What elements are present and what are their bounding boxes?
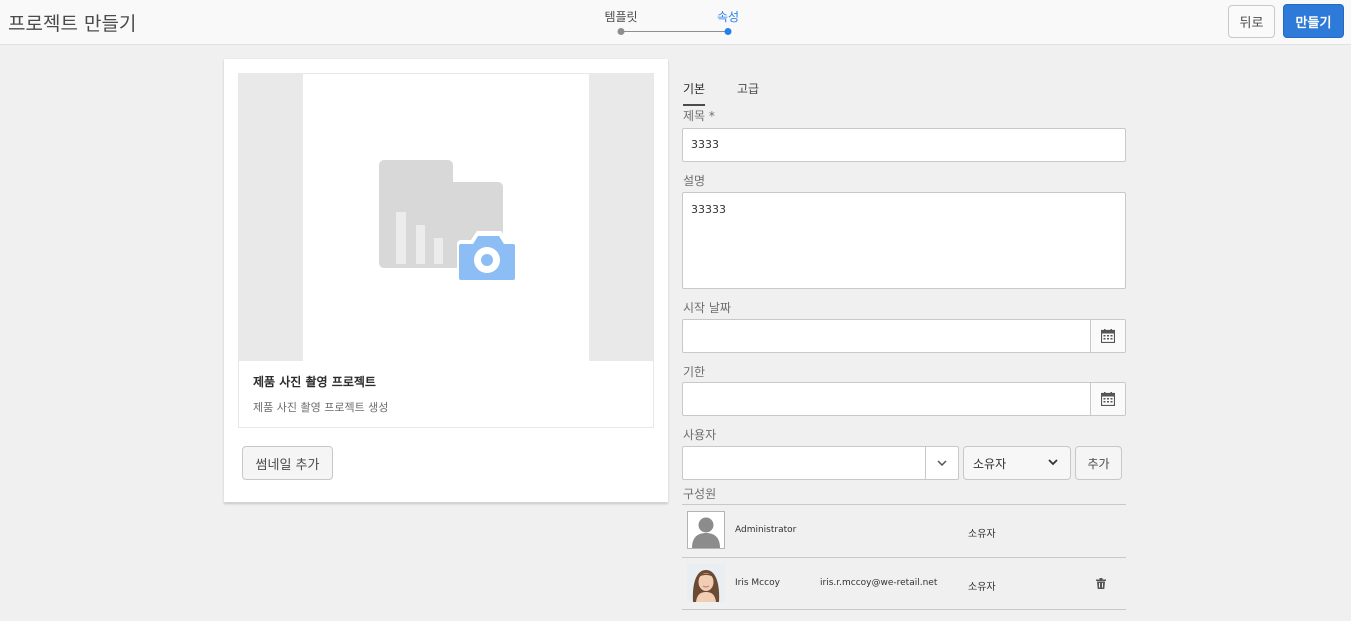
- title-input[interactable]: 3333: [682, 128, 1126, 162]
- chevron-down-icon: [1048, 459, 1058, 466]
- user-dropdown-button[interactable]: [925, 447, 958, 479]
- page-title: 프로젝트 만들기: [8, 13, 137, 35]
- user-photo-icon: [687, 564, 725, 602]
- top-bar: 프로젝트 만들기 템플릿 속성 뒤로 만들기: [0, 0, 1351, 45]
- due-date-calendar-button[interactable]: [1090, 383, 1125, 415]
- default-user-icon: [688, 512, 724, 548]
- user-autocomplete[interactable]: [682, 446, 959, 480]
- role-select-value: 소유자: [973, 456, 1007, 471]
- wizard-steps: 템플릿 속성: [600, 6, 760, 40]
- member-email: iris.r.mccoy@we-retail.net: [820, 578, 938, 588]
- step-connector: [624, 31, 728, 32]
- calendar-icon: [1101, 329, 1115, 343]
- template-description: 제품 사진 촬영 프로젝트 생성: [253, 401, 389, 414]
- due-date-label: 기한: [683, 365, 706, 379]
- members-list: Administrator 소유자 Iris Mccoy iris.r.mcco…: [682, 504, 1126, 610]
- chevron-down-icon: [937, 460, 947, 466]
- step-properties-dot[interactable]: [724, 28, 732, 35]
- template-card[interactable]: 제품 사진 촬영 프로젝트 제품 사진 촬영 프로젝트 생성: [238, 73, 654, 428]
- create-button[interactable]: 만들기: [1283, 4, 1344, 38]
- template-panel: 제품 사진 촬영 프로젝트 제품 사진 촬영 프로젝트 생성 썸네일 추가: [224, 59, 668, 503]
- role-select[interactable]: 소유자: [963, 446, 1071, 480]
- trash-icon[interactable]: [1096, 578, 1106, 589]
- avatar: [687, 564, 725, 602]
- members-label: 구성원: [683, 487, 717, 501]
- title-label: 제목 *: [683, 109, 715, 123]
- thumbnail-area: [239, 74, 653, 361]
- description-label: 설명: [683, 174, 706, 188]
- member-row: Administrator 소유자: [682, 504, 1126, 557]
- tab-basic[interactable]: 기본: [683, 80, 706, 106]
- start-date-calendar-button[interactable]: [1090, 320, 1125, 352]
- project-thumbnail-icon: [379, 160, 517, 282]
- back-button[interactable]: 뒤로: [1228, 5, 1275, 38]
- user-label: 사용자: [683, 428, 717, 442]
- required-asterisk: *: [708, 109, 715, 123]
- add-thumbnail-button[interactable]: 썸네일 추가: [242, 446, 333, 480]
- thumbnail-canvas: [303, 74, 589, 361]
- step-template-label[interactable]: 템플릿: [604, 8, 637, 25]
- tab-advanced[interactable]: 고급: [737, 80, 759, 104]
- add-user-button[interactable]: 추가: [1075, 446, 1122, 480]
- step-template-dot[interactable]: [617, 28, 625, 35]
- member-role: 소유자: [968, 582, 996, 593]
- member-row: Iris Mccoy iris.r.mccoy@we-retail.net 소유…: [682, 557, 1126, 610]
- description-textarea[interactable]: 33333: [682, 192, 1126, 289]
- avatar: [687, 511, 725, 549]
- member-name: Iris Mccoy: [735, 578, 780, 588]
- template-title: 제품 사진 촬영 프로젝트: [253, 375, 376, 389]
- due-date-field[interactable]: [682, 382, 1126, 416]
- start-date-label: 시작 날짜: [683, 301, 731, 315]
- step-properties-label[interactable]: 속성: [717, 8, 739, 25]
- calendar-icon: [1101, 392, 1115, 406]
- start-date-field[interactable]: [682, 319, 1126, 353]
- member-role: 소유자: [968, 529, 996, 540]
- member-name: Administrator: [735, 525, 797, 535]
